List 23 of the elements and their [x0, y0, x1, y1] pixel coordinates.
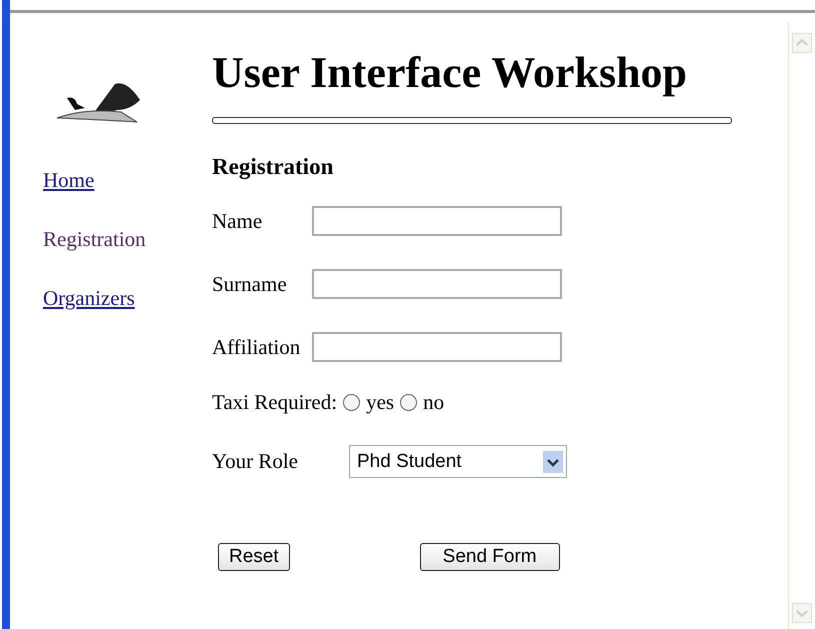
radio-button[interactable]: [343, 394, 360, 412]
radio-label: no: [423, 390, 444, 416]
field-label: Surname: [212, 272, 288, 297]
nav-link[interactable]: Organizers: [43, 286, 135, 311]
field-label: Taxi Required:: [212, 390, 338, 416]
radio-label: yes: [366, 390, 394, 416]
reset-button[interactable]: Reset: [218, 543, 290, 572]
field-label: Your Role: [212, 449, 299, 474]
scroll-down-icon[interactable]: [792, 603, 812, 623]
field-label: Name: [212, 208, 264, 234]
page-title: User Interface Workshop: [212, 49, 688, 98]
caret-icon: [543, 450, 563, 473]
field-label: Affiliation: [212, 334, 302, 360]
text-input-field[interactable]: [312, 332, 562, 362]
role-dropdown[interactable]: Phd Student: [349, 445, 567, 478]
nav-link[interactable]: Home: [43, 168, 94, 193]
text-input-field[interactable]: [312, 206, 562, 236]
radio-button[interactable]: [400, 394, 418, 412]
nav-link[interactable]: Registration: [43, 227, 146, 252]
text-input-field[interactable]: [312, 269, 562, 300]
scroll-up-icon[interactable]: [792, 33, 812, 53]
section-heading: Registration: [212, 154, 334, 180]
send-button[interactable]: Send Form: [420, 543, 560, 572]
